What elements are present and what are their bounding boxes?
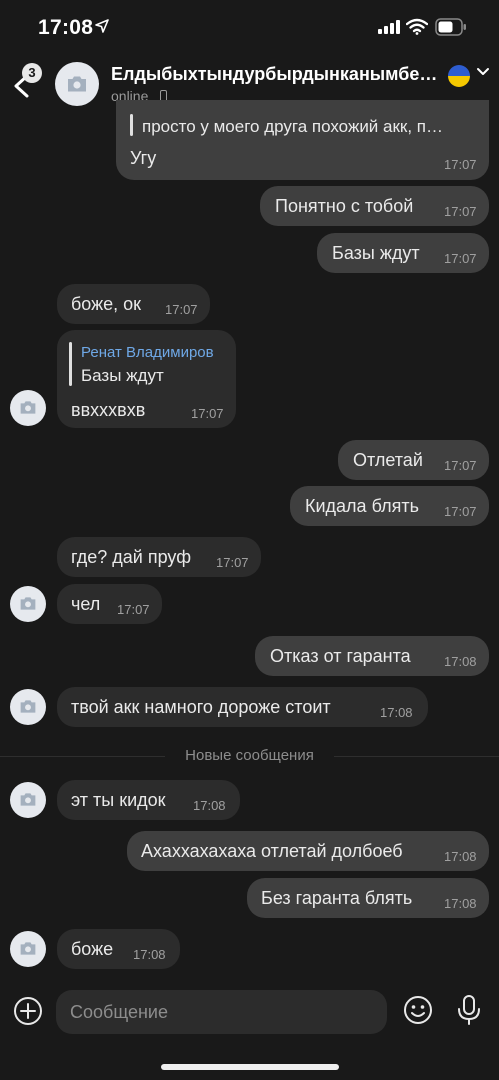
- chat-title[interactable]: Елдыбыхтындурбырдынканымбе…: [111, 64, 441, 85]
- quote-bar: [69, 342, 72, 386]
- microphone-icon[interactable]: [456, 994, 482, 1026]
- chevron-down-icon[interactable]: [476, 67, 490, 77]
- message-text: боже: [71, 939, 114, 959]
- sender-avatar[interactable]: [10, 931, 46, 967]
- sender-avatar[interactable]: [10, 689, 46, 725]
- composer: Сообщение: [0, 984, 499, 1038]
- message-time: 17:07: [216, 555, 249, 570]
- message-bubble-incoming[interactable]: Ренат Владимиров Базы ждут ввхххвхв 17:0…: [57, 330, 236, 428]
- message-bubble-outgoing[interactable]: Ахаххахахаха отлетай долбоеб 17:08: [127, 831, 489, 871]
- message-bubble-outgoing[interactable]: Понятно с тобой 17:07: [260, 186, 489, 226]
- ukraine-flag-icon: [448, 65, 470, 87]
- emoji-icon[interactable]: [402, 994, 434, 1026]
- chat-avatar[interactable]: [55, 62, 99, 106]
- sender-avatar[interactable]: [10, 586, 46, 622]
- message-bubble-incoming[interactable]: боже 17:08: [57, 929, 180, 969]
- message-time: 17:07: [117, 602, 150, 617]
- divider-line-right: [334, 756, 499, 757]
- message-time: 17:07: [444, 157, 477, 172]
- message-text: Отлетай: [353, 450, 423, 470]
- unread-badge: 3: [22, 63, 42, 83]
- message-time: 17:08: [380, 705, 413, 720]
- camera-icon: [20, 942, 36, 955]
- message-bubble-incoming[interactable]: твой акк намного дороже стоит 17:08: [57, 687, 428, 727]
- message-text: Ахаххахахаха отлетай долбоеб: [141, 841, 403, 861]
- message-text: Без гаранта блять: [261, 888, 413, 908]
- message-text: Угу: [130, 148, 157, 168]
- reply-sender-name: Ренат Владимиров: [81, 344, 214, 361]
- message-text: твой акк намного дороже стоит: [71, 697, 331, 717]
- message-bubble-outgoing[interactable]: Без гаранта блять 17:08: [247, 878, 489, 918]
- sender-avatar[interactable]: [10, 782, 46, 818]
- message-text: Понятно с тобой: [275, 196, 414, 216]
- wifi-icon: [406, 18, 428, 35]
- message-time: 17:08: [193, 798, 226, 813]
- message-text: чел: [71, 594, 101, 614]
- signal-icon: [378, 20, 400, 34]
- camera-icon: [20, 401, 36, 414]
- camera-icon: [20, 700, 36, 713]
- message-time: 17:07: [165, 302, 198, 317]
- quote-bar: [130, 114, 133, 136]
- sender-avatar[interactable]: [10, 390, 46, 426]
- quoted-text: просто у моего друга похожий акк, п…: [142, 117, 444, 136]
- message-time: 17:07: [444, 204, 477, 219]
- message-time: 17:08: [444, 896, 477, 911]
- message-bubble-outgoing[interactable]: Отлетай 17:07: [338, 440, 489, 480]
- message-time: 17:07: [191, 406, 224, 421]
- message-text: ввхххвхв: [71, 400, 146, 420]
- battery-icon: [435, 18, 466, 36]
- message-text: Кидала блять: [305, 496, 419, 516]
- message-bubble-outgoing[interactable]: Отказ от гаранта 17:08: [255, 636, 489, 676]
- message-text: где? дай пруф: [71, 547, 192, 567]
- message-time: 17:08: [444, 849, 477, 864]
- message-time: 17:08: [133, 947, 166, 962]
- status-bar: 17:08: [0, 0, 499, 56]
- home-indicator: [161, 1064, 339, 1070]
- message-time: 17:08: [444, 654, 477, 669]
- message-bubble-outgoing[interactable]: Кидала блять 17:07: [290, 486, 489, 526]
- camera-icon: [68, 76, 86, 92]
- plus-circle-icon[interactable]: [13, 996, 43, 1026]
- message-bubble-outgoing[interactable]: Базы ждут 17:07: [317, 233, 489, 273]
- message-bubble-outgoing[interactable]: просто у моего друга похожий акк, п… Угу…: [116, 100, 489, 180]
- message-time: 17:07: [444, 504, 477, 519]
- location-arrow-icon: [95, 19, 109, 33]
- status-time: 17:08: [38, 16, 94, 39]
- message-text: эт ты кидок: [71, 790, 166, 810]
- message-time: 17:07: [444, 251, 477, 266]
- camera-icon: [20, 597, 36, 610]
- reply-text: Базы ждут: [81, 366, 164, 385]
- message-bubble-incoming[interactable]: эт ты кидок 17:08: [57, 780, 240, 820]
- message-bubble-incoming[interactable]: чел 17:07: [57, 584, 162, 624]
- message-bubble-incoming[interactable]: где? дай пруф 17:07: [57, 537, 261, 577]
- message-bubble-incoming[interactable]: боже, ок 17:07: [57, 284, 210, 324]
- message-text: Базы ждут: [332, 243, 420, 263]
- message-text: боже, ок: [71, 294, 142, 314]
- message-time: 17:07: [444, 458, 477, 473]
- message-text: Отказ от гаранта: [270, 646, 411, 666]
- message-input[interactable]: Сообщение: [56, 990, 387, 1034]
- camera-icon: [20, 793, 36, 806]
